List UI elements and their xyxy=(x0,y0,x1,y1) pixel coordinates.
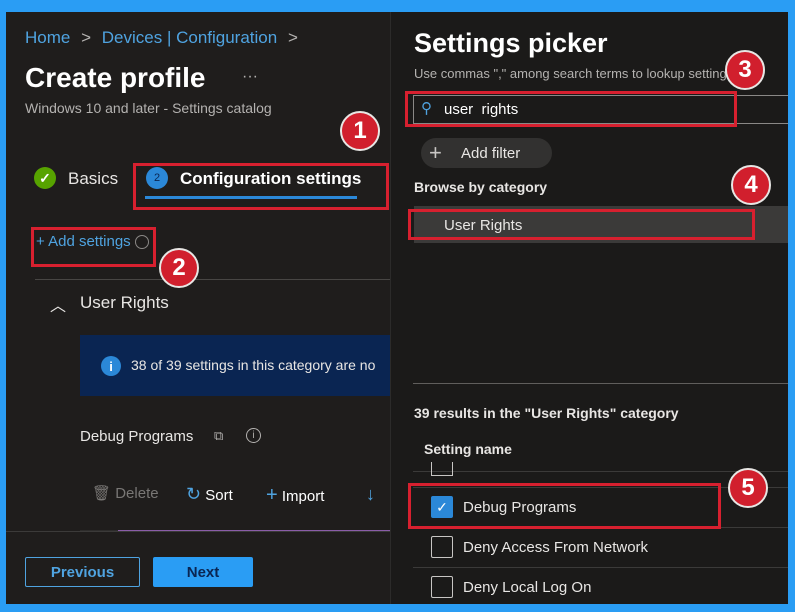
tab-basics[interactable]: Basics xyxy=(68,169,118,189)
search-icon: ⚲ xyxy=(421,100,432,117)
divider xyxy=(413,383,788,384)
plus-icon: + xyxy=(36,233,45,250)
list-item[interactable]: Deny Access From Network xyxy=(413,528,788,568)
refresh-icon: ↻ xyxy=(186,484,202,504)
create-profile-pane: Home > Devices | Configuration > Create … xyxy=(6,12,390,604)
search-input[interactable]: ⚲ user rights xyxy=(413,95,788,124)
annotation-badge-2: 2 xyxy=(159,248,199,288)
trash-icon: 🗑 xyxy=(92,485,112,502)
annotation-badge-3: 3 xyxy=(725,50,765,90)
result-label: Debug Programs xyxy=(463,499,577,516)
footer: Previous Next xyxy=(6,531,390,604)
download-icon[interactable]: ↓ xyxy=(366,484,375,505)
breadcrumb-home[interactable]: Home xyxy=(25,28,70,47)
delete-button[interactable]: 🗑 Delete xyxy=(92,484,159,502)
delete-label: Delete xyxy=(115,485,159,502)
info-icon xyxy=(134,235,149,250)
checkbox-checked[interactable]: ✓ xyxy=(431,496,453,518)
chevron-up-icon[interactable]: ︿ xyxy=(50,292,66,316)
add-settings-link[interactable]: + Add settings xyxy=(36,233,149,250)
step-number-icon: 2 xyxy=(146,167,168,189)
add-settings-label: Add settings xyxy=(48,233,131,250)
result-label: Deny Access From Network xyxy=(463,539,649,556)
more-options-button[interactable]: ··· xyxy=(242,68,258,86)
copy-icon: ⧉ xyxy=(214,428,224,443)
check-icon: ✓ xyxy=(34,167,56,189)
category-label: User Rights xyxy=(444,217,523,234)
import-button[interactable]: + Import xyxy=(266,484,324,507)
sort-label: Sort xyxy=(205,487,233,504)
tab-configuration-settings[interactable]: Configuration settings xyxy=(180,169,361,189)
info-banner: i 38 of 39 settings in this category are… xyxy=(80,335,390,396)
results-heading: 39 results in the "User Rights" category xyxy=(414,405,679,421)
annotation-badge-5: 5 xyxy=(728,468,768,508)
checkbox[interactable] xyxy=(431,576,453,598)
result-label: Deny Local Log On xyxy=(463,579,592,596)
active-tab-indicator xyxy=(145,196,357,199)
browse-heading: Browse by category xyxy=(414,179,548,195)
picker-title: Settings picker xyxy=(414,28,608,58)
category-header[interactable]: User Rights xyxy=(80,293,169,313)
search-value: user rights xyxy=(444,101,519,118)
column-header-setting-name[interactable]: Setting name xyxy=(424,441,512,457)
divider xyxy=(35,279,390,280)
setting-label: Debug Programs xyxy=(80,428,194,445)
next-button[interactable]: Next xyxy=(153,557,253,587)
add-filter-button[interactable]: + Add filter xyxy=(421,138,552,168)
import-label: Import xyxy=(281,488,325,505)
divider xyxy=(413,471,788,472)
breadcrumb-devices-configuration[interactable]: Devices | Configuration xyxy=(102,28,277,47)
checkbox[interactable] xyxy=(431,536,453,558)
breadcrumb-separator: > xyxy=(81,28,92,47)
category-item-user-rights[interactable]: User Rights xyxy=(414,206,788,243)
breadcrumb: Home > Devices | Configuration > xyxy=(25,28,298,48)
list-item[interactable]: Deny Local Log On xyxy=(413,568,788,604)
info-icon: i xyxy=(246,428,261,443)
add-filter-label: Add filter xyxy=(461,145,521,162)
plus-icon: + xyxy=(429,140,442,165)
plus-icon: + xyxy=(266,484,278,506)
picker-hint: Use commas "," among search terms to loo… xyxy=(414,66,745,81)
info-banner-text: 38 of 39 settings in this category are n… xyxy=(131,357,376,373)
page-title: Create profile xyxy=(25,62,206,93)
breadcrumb-separator: > xyxy=(287,28,298,47)
previous-button[interactable]: Previous xyxy=(25,557,140,587)
page-subtitle: Windows 10 and later - Settings catalog xyxy=(25,100,272,116)
annotation-badge-1: 1 xyxy=(340,111,380,151)
info-icon: i xyxy=(101,356,121,376)
settings-picker-pane: Settings picker Use commas "," among sea… xyxy=(390,12,788,604)
sort-button[interactable]: ↻ Sort xyxy=(186,484,233,505)
annotation-badge-4: 4 xyxy=(731,165,771,205)
partial-checkbox[interactable] xyxy=(431,462,453,476)
